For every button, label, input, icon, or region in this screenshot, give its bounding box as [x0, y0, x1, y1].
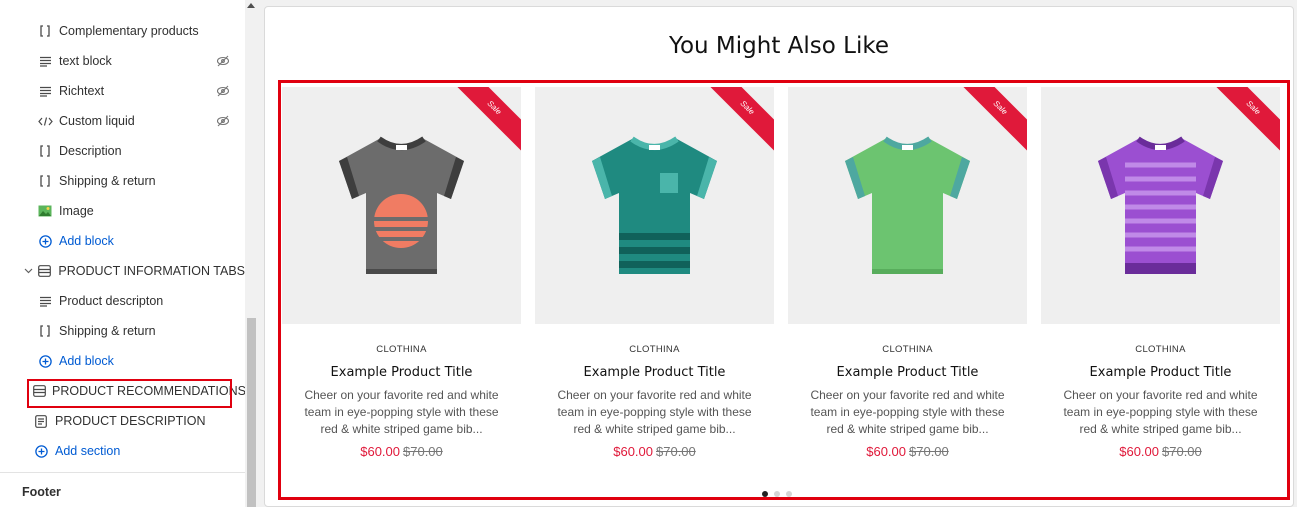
block-label: Complementary products — [59, 24, 199, 38]
chevron-down-icon[interactable] — [24, 268, 35, 274]
sale-price: $60.00 — [1119, 444, 1159, 459]
block-image[interactable]: Image — [0, 196, 245, 226]
tshirt-purple-icon — [1098, 136, 1223, 274]
block-label: Custom liquid — [59, 114, 135, 128]
divider — [0, 472, 245, 473]
product-title[interactable]: Example Product Title — [788, 365, 1027, 380]
compare-price: $70.00 — [1162, 444, 1202, 459]
block-shipping-return-tab[interactable]: Shipping & return — [0, 316, 245, 346]
eye-slash-icon[interactable] — [215, 83, 231, 99]
product-description: Cheer on your favorite red and white tea… — [1063, 388, 1258, 436]
block-label: Image — [59, 204, 94, 218]
pagination-dot[interactable] — [774, 491, 780, 497]
block-label: Shipping & return — [59, 324, 156, 338]
text-lines-icon — [37, 83, 53, 99]
product-card[interactable]: Sale CLOTHINA Example Product Title Chee… — [535, 87, 774, 459]
add-block-button[interactable]: Add block — [0, 346, 245, 376]
tshirt-green-icon — [845, 136, 970, 274]
product-price: $60.00 $70.00 — [1041, 444, 1280, 459]
block-bracket-icon — [37, 23, 53, 39]
plus-circle-icon — [33, 443, 49, 459]
block-complementary-products[interactable]: Complementary products — [0, 16, 245, 46]
footer-group-label[interactable]: Footer — [22, 485, 61, 499]
tshirt-grey-icon — [339, 136, 464, 274]
text-lines-icon — [37, 53, 53, 69]
block-product-description[interactable]: Product descripton — [0, 286, 245, 316]
plus-circle-icon — [37, 233, 53, 249]
add-section-label: Add section — [55, 444, 121, 458]
product-vendor: CLOTHINA — [882, 344, 933, 355]
add-block-button[interactable]: Add block — [0, 226, 245, 256]
document-icon — [33, 413, 49, 429]
section-label: PRODUCT INFORMATION TABS — [58, 264, 245, 278]
sale-price: $60.00 — [613, 444, 653, 459]
sidebar-scrollbar[interactable] — [245, 0, 258, 507]
product-title[interactable]: Example Product Title — [282, 365, 521, 380]
product-description: Cheer on your favorite red and white tea… — [557, 388, 752, 436]
theme-preview: You Might Also Like Sale CLOTHINA Exampl… — [264, 6, 1294, 507]
compare-price: $70.00 — [403, 444, 443, 459]
product-image[interactable]: Sale — [535, 87, 774, 324]
sale-price: $60.00 — [360, 444, 400, 459]
block-shipping-return[interactable]: Shipping & return — [0, 166, 245, 196]
pagination-dot[interactable] — [786, 491, 792, 497]
scrollbar-thumb[interactable] — [247, 318, 256, 507]
product-vendor: CLOTHINA — [376, 344, 427, 355]
product-price: $60.00 $70.00 — [788, 444, 1027, 459]
block-label: Shipping & return — [59, 174, 156, 188]
sale-price: $60.00 — [866, 444, 906, 459]
section-heading: You Might Also Like — [668, 33, 890, 59]
add-section-button[interactable]: Add section — [0, 436, 245, 466]
add-block-label: Add block — [59, 354, 114, 368]
product-image[interactable]: Sale — [788, 87, 1027, 324]
scroll-up-arrow-icon[interactable] — [247, 3, 255, 8]
add-block-label: Add block — [59, 234, 114, 248]
block-custom-liquid[interactable]: Custom liquid — [0, 106, 245, 136]
block-text-block[interactable]: text block — [0, 46, 245, 76]
block-label: Description — [59, 144, 122, 158]
tshirt-teal-icon — [592, 136, 717, 274]
product-card[interactable]: Sale CLOTHINA Example Product Title Chee… — [788, 87, 1027, 459]
product-price: $60.00 $70.00 — [535, 444, 774, 459]
product-description: Cheer on your favorite red and white tea… — [304, 388, 499, 436]
product-vendor: CLOTHINA — [629, 344, 680, 355]
eye-slash-icon[interactable] — [215, 113, 231, 129]
plus-circle-icon — [37, 353, 53, 369]
highlight-box — [27, 379, 232, 408]
section-product-description[interactable]: PRODUCT DESCRIPTION — [0, 406, 245, 436]
block-bracket-icon — [37, 323, 53, 339]
product-image[interactable]: Sale — [1041, 87, 1280, 324]
pagination-dot[interactable] — [762, 491, 768, 497]
compare-price: $70.00 — [656, 444, 696, 459]
section-product-information-tabs[interactable]: PRODUCT INFORMATION TABS — [0, 256, 245, 286]
product-image[interactable]: Sale — [282, 87, 521, 324]
code-icon — [37, 113, 53, 129]
product-description: Cheer on your favorite red and white tea… — [810, 388, 1005, 436]
block-label: Product descripton — [59, 294, 164, 308]
block-bracket-icon — [37, 173, 53, 189]
section-tabs-icon — [37, 263, 52, 279]
product-card[interactable]: Sale CLOTHINA Example Product Title Chee… — [1041, 87, 1280, 459]
block-bracket-icon — [37, 143, 53, 159]
editor-sidebar: Complementary products text block Richte… — [0, 0, 258, 507]
section-label: PRODUCT DESCRIPTION — [55, 414, 206, 428]
block-label: Richtext — [59, 84, 105, 98]
product-title[interactable]: Example Product Title — [1041, 365, 1280, 380]
block-richtext[interactable]: Richtext — [0, 76, 245, 106]
product-card[interactable]: Sale CLOTHINA Example Product Title Chee… — [282, 87, 521, 459]
carousel-pagination — [762, 491, 792, 497]
product-title[interactable]: Example Product Title — [535, 365, 774, 380]
product-price: $60.00 $70.00 — [282, 444, 521, 459]
block-description[interactable]: Description — [0, 136, 245, 166]
eye-slash-icon[interactable] — [215, 53, 231, 69]
text-lines-icon — [37, 293, 53, 309]
compare-price: $70.00 — [909, 444, 949, 459]
product-vendor: CLOTHINA — [1135, 344, 1186, 355]
image-icon — [37, 203, 53, 219]
block-label: text block — [59, 54, 112, 68]
